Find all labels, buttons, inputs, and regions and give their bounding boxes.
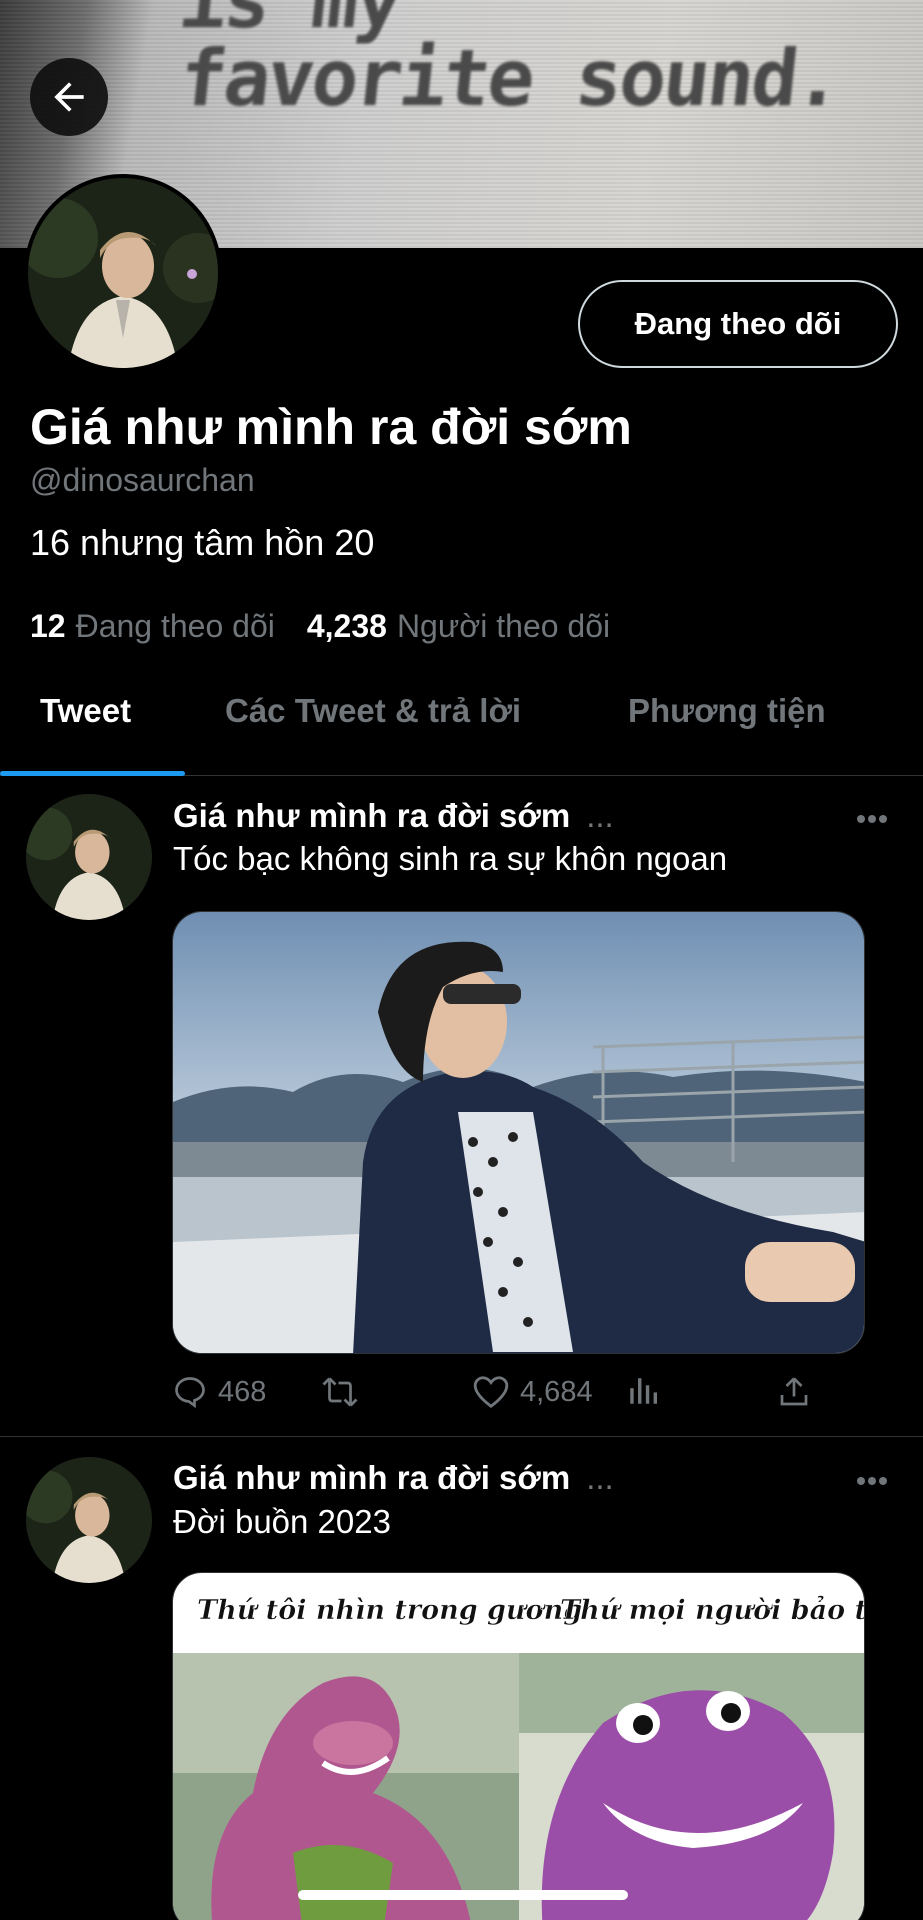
tweet-more-button[interactable]: [848, 799, 896, 839]
like-count: 4,684: [520, 1375, 593, 1408]
tweet-author-name: Giá như mình ra đời sớm: [173, 797, 571, 834]
tab-media[interactable]: Phương tiện: [628, 692, 826, 730]
tweet-card[interactable]: Giá như mình ra đời sớm... Đời buồn 2023…: [0, 1437, 923, 1920]
reply-count: 468: [218, 1375, 267, 1408]
tweet-more-button[interactable]: [848, 1461, 896, 1501]
tweet-author-truncation: ...: [586, 797, 614, 834]
tweet-photo-image: [173, 912, 864, 1353]
avatar-photo: [28, 178, 218, 368]
following-count[interactable]: 12: [30, 608, 66, 645]
tweet-author-name: Giá như mình ra đời sớm: [173, 1459, 571, 1496]
tweet-text: Đời buồn 2023: [173, 1503, 391, 1540]
share-button[interactable]: [776, 1374, 812, 1410]
active-tab-indicator: [0, 771, 185, 776]
like-button[interactable]: 4,684: [472, 1374, 593, 1410]
tab-tweets[interactable]: Tweet: [40, 692, 131, 730]
views-button[interactable]: [626, 1374, 660, 1408]
banner-text-line-2: favorite sound.: [175, 34, 845, 124]
tweet-author[interactable]: Giá như mình ra đời sớm...: [173, 1459, 614, 1497]
tweet-actions: 468 4,684: [172, 1374, 832, 1424]
tweet-card[interactable]: Giá như mình ra đời sớm... Tóc bạc không…: [0, 777, 923, 1437]
tweet-avatar[interactable]: [26, 794, 152, 920]
arrow-left-icon: [54, 82, 84, 112]
share-icon: [780, 1377, 808, 1406]
tweet-author-truncation: ...: [586, 1459, 614, 1496]
meme-images: [173, 1653, 864, 1920]
profile-avatar[interactable]: [24, 174, 222, 372]
following-label[interactable]: Đang theo dõi: [76, 608, 275, 645]
tweet-avatar[interactable]: [26, 1457, 152, 1583]
comment-icon: [175, 1377, 205, 1409]
retweet-button[interactable]: [320, 1374, 360, 1410]
home-indicator[interactable]: [298, 1890, 628, 1900]
tweet-photo[interactable]: [172, 911, 865, 1354]
meme-caption-right: Thứ mọi người bảo tôi: [560, 1595, 865, 1627]
avatar-photo: [26, 794, 152, 920]
back-button[interactable]: [30, 58, 108, 136]
followers-count[interactable]: 4,238: [307, 608, 387, 645]
profile-display-name: Giá như mình ra đời sớm: [30, 399, 632, 455]
retweet-icon: [322, 1377, 358, 1407]
profile-stats: 12 Đang theo dõi 4,238 Người theo dõi: [30, 608, 632, 645]
following-button[interactable]: Đang theo dõi: [578, 280, 898, 368]
profile-bio: 16 nhưng tâm hồn 20: [30, 522, 375, 563]
avatar-photo: [26, 1457, 152, 1583]
tweet-meme-image[interactable]: Thứ tôi nhìn trong gương Thứ mọi người b…: [172, 1572, 865, 1920]
followers-label[interactable]: Người theo dõi: [397, 608, 610, 645]
reply-button[interactable]: 468: [172, 1374, 266, 1410]
tab-tweets-and-replies[interactable]: Các Tweet & trả lời: [225, 692, 521, 730]
tweet-text: Tóc bạc không sinh ra sự khôn ngoan: [173, 840, 728, 877]
profile-tabs: Tweet Các Tweet & trả lời Phương tiện: [0, 680, 923, 776]
more-horizontal-icon: [857, 815, 887, 823]
analytics-icon: [630, 1378, 658, 1404]
more-horizontal-icon: [857, 1477, 887, 1485]
meme-caption-left: Thứ tôi nhìn trong gương: [197, 1595, 583, 1627]
heart-icon: [473, 1376, 509, 1409]
tweet-author[interactable]: Giá như mình ra đời sớm...: [173, 797, 614, 835]
profile-handle: @dinosaurchan: [30, 462, 255, 498]
